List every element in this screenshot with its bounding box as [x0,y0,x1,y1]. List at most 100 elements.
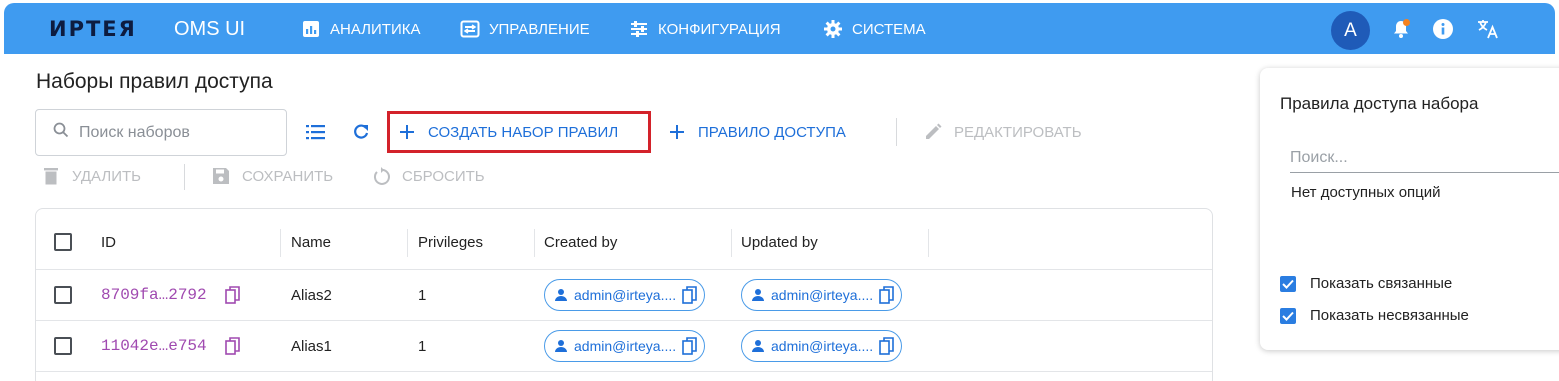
access-rule-label: ПРАВИЛО ДОСТУПА [698,123,846,141]
user-chip[interactable]: admin@irteya.... [544,279,706,311]
no-options-text: Нет доступных опций [1291,184,1441,201]
save-button[interactable]: СОХРАНИТЬ [210,162,333,190]
search-icon [53,122,69,143]
delete-button[interactable]: УДАЛИТЬ [40,162,141,190]
table-row[interactable]: 8709fa…2792 Alias2 1 admin@irteya.... ad… [36,270,1212,321]
user-chip[interactable]: admin@irteya.... [741,279,903,311]
id-cell: 8709fa…2792 [101,270,241,320]
column-divider[interactable] [280,229,281,257]
nav-management-label: УПРАВЛЕНИЕ [489,20,590,38]
access-rules-side-panel: Правила доступа набора Нет доступных опц… [1260,68,1559,350]
user-chip-label: admin@irteya.... [771,338,874,354]
user-chip-label: admin@irteya.... [771,287,874,303]
user-chip-label: admin@irteya.... [574,338,677,354]
column-divider[interactable] [731,229,732,257]
column-header-updated-by[interactable]: Updated by [741,215,818,269]
copy-icon[interactable] [224,286,241,304]
user-icon [751,288,765,302]
reset-icon [370,165,392,187]
nav-system-label: СИСТЕМА [852,20,926,38]
copy-icon[interactable] [879,286,895,304]
toolbar-divider [896,118,897,146]
user-chip[interactable]: admin@irteya.... [741,330,903,362]
user-avatar[interactable]: A [1331,11,1370,50]
sliders-icon [629,19,649,39]
column-divider[interactable] [407,229,408,257]
updated-by-cell: admin@irteya.... [741,270,903,320]
delete-label: УДАЛИТЬ [72,167,141,185]
user-icon [554,288,568,302]
nav-management[interactable]: УПРАВЛЕНИЕ [460,16,590,42]
user-icon [751,339,765,353]
name-cell: Alias2 [291,286,332,304]
plus-icon [396,121,418,143]
edit-label: РЕДАКТИРОВАТЬ [954,123,1082,141]
reset-button[interactable]: СБРОСИТЬ [370,162,485,190]
row-checkbox[interactable] [54,270,72,320]
user-chip-label: admin@irteya.... [574,287,677,303]
side-search-input[interactable] [1290,143,1559,173]
copy-icon[interactable] [682,337,698,355]
updated-by-cell: admin@irteya.... [741,321,903,371]
top-app-bar: ИРТЕЯ OMS UI АНАЛИТИКА УПРАВЛЕНИЕ КОНФИГ… [4,3,1555,54]
user-chip[interactable]: admin@irteya.... [544,330,706,362]
copy-icon[interactable] [224,337,241,355]
name-cell: Alias1 [291,337,332,355]
floppy-icon [210,165,232,187]
checkbox-checked-icon [1280,307,1296,324]
table-row[interactable]: 11042e…e754 Alias1 1 admin@irteya.... ad… [36,321,1212,372]
management-icon [460,19,480,39]
show-unlinked-label: Показать несвязанные [1310,307,1469,324]
page-title: Наборы правил доступа [36,70,273,93]
column-divider[interactable] [928,229,929,257]
nav-configuration-label: КОНФИГУРАЦИЯ [658,20,781,38]
edit-button[interactable]: РЕДАКТИРОВАТЬ [922,118,1082,146]
translate-icon[interactable] [1475,16,1501,42]
column-header-privileges[interactable]: Privileges [418,215,483,269]
show-linked-checkbox[interactable]: Показать связанные [1280,275,1452,292]
app-name[interactable]: OMS UI [174,18,245,40]
create-rule-set-label: СОЗДАТЬ НАБОР ПРАВИЛ [428,123,619,141]
table-header-row: ID Name Privileges Created by Updated by [36,215,1212,270]
reset-label: СБРОСИТЬ [402,167,485,185]
info-icon[interactable] [1430,16,1456,42]
list-view-icon[interactable] [303,119,329,145]
id-cell: 11042e…e754 [101,321,241,371]
privileges-cell: 1 [418,286,427,304]
trash-icon [40,165,62,187]
column-header-id[interactable]: ID [101,215,116,269]
plus-icon [666,121,688,143]
checkbox-checked-icon [1280,275,1296,292]
nav-analytics[interactable]: АНАЛИТИКА [301,16,420,42]
access-rule-button[interactable]: ПРАВИЛО ДОСТУПА [666,118,846,146]
nav-system[interactable]: СИСТЕМА [823,16,926,42]
bell-icon[interactable] [1388,16,1414,42]
gear-icon [823,19,843,39]
toolbar-divider [184,164,185,190]
create-rule-set-button[interactable]: СОЗДАТЬ НАБОР ПРАВИЛ [387,111,651,153]
column-divider[interactable] [534,229,535,257]
pencil-icon [922,121,944,143]
id-value: 8709fa…2792 [101,286,207,304]
show-unlinked-checkbox[interactable]: Показать несвязанные [1280,307,1469,324]
select-all-checkbox[interactable] [54,215,72,269]
column-header-name[interactable]: Name [291,215,331,269]
created-by-cell: admin@irteya.... [544,321,706,371]
copy-icon[interactable] [682,286,698,304]
copy-icon[interactable] [879,337,895,355]
brand-logo[interactable]: ИРТЕЯ [49,17,137,41]
nav-analytics-label: АНАЛИТИКА [330,20,421,38]
row-checkbox[interactable] [54,321,72,371]
save-label: СОХРАНИТЬ [242,167,334,185]
column-header-created-by[interactable]: Created by [544,215,617,269]
created-by-cell: admin@irteya.... [544,270,706,320]
refresh-icon[interactable] [348,119,374,145]
nav-configuration[interactable]: КОНФИГУРАЦИЯ [629,16,781,42]
analytics-icon [301,19,321,39]
show-linked-label: Показать связанные [1310,275,1453,292]
user-icon [554,339,568,353]
id-value: 11042e…e754 [101,337,207,355]
search-sets-field[interactable] [35,109,287,156]
side-panel-title: Правила доступа набора [1280,94,1479,113]
search-sets-input[interactable] [79,123,259,142]
